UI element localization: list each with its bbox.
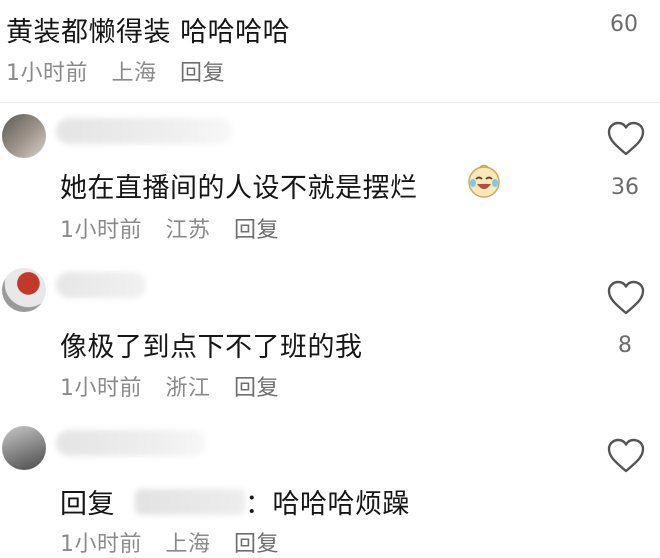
comment-3-like-count: 8: [618, 333, 632, 358]
laughing-crying-emoji-icon: [466, 163, 502, 199]
comment-4-location: 上海: [165, 532, 211, 557]
comment-3-text: 像极了到点下不了班的我: [60, 332, 363, 363]
comment-1-meta: 1小时前 上海 回复: [6, 55, 241, 87]
comment-2-time: 1小时前: [60, 218, 142, 243]
divider: [0, 102, 660, 103]
comment-2-meta: 1小时前 江苏 回复: [60, 212, 295, 244]
comment-1-location: 上海: [111, 61, 157, 86]
comment-1-like-count: 60: [610, 12, 638, 37]
comment-2-like-count: 36: [611, 175, 639, 200]
avatar[interactable]: [2, 426, 46, 470]
heart-outline-icon[interactable]: [606, 120, 646, 158]
comment-2-location: 江苏: [165, 218, 211, 243]
reply-target-blurred[interactable]: [135, 488, 245, 515]
avatar[interactable]: [2, 114, 46, 158]
heart-outline-icon[interactable]: [606, 437, 646, 475]
comment-4-text-suffix: ：哈哈哈烦躁: [245, 489, 410, 520]
comment-4-time: 1小时前: [60, 532, 142, 557]
comment-3-location: 浙江: [165, 376, 211, 401]
username-blurred[interactable]: [56, 430, 206, 456]
heart-outline-icon[interactable]: [606, 279, 646, 317]
comment-4-reply-button[interactable]: 回复: [234, 532, 279, 557]
avatar[interactable]: [2, 268, 46, 312]
comment-4-text: 回复 ：哈哈哈烦躁: [60, 482, 410, 521]
reply-prefix: 回复: [60, 489, 115, 520]
comment-2-reply-button[interactable]: 回复: [234, 218, 279, 243]
comment-3-meta: 1小时前 浙江 回复: [60, 370, 295, 402]
comment-1-reply-button[interactable]: 回复: [180, 61, 225, 86]
username-blurred[interactable]: [56, 118, 232, 144]
comment-3-time: 1小时前: [60, 376, 142, 401]
comment-1-time: 1小时前: [6, 61, 88, 86]
username-blurred[interactable]: [56, 272, 146, 298]
comment-3-reply-button[interactable]: 回复: [234, 376, 279, 401]
comment-1-text: 黄装都懒得装 哈哈哈哈: [6, 17, 291, 48]
comment-2-text: 她在直播间的人设不就是摆烂: [60, 173, 418, 204]
comment-4-meta: 1小时前 上海 回复: [60, 526, 295, 558]
